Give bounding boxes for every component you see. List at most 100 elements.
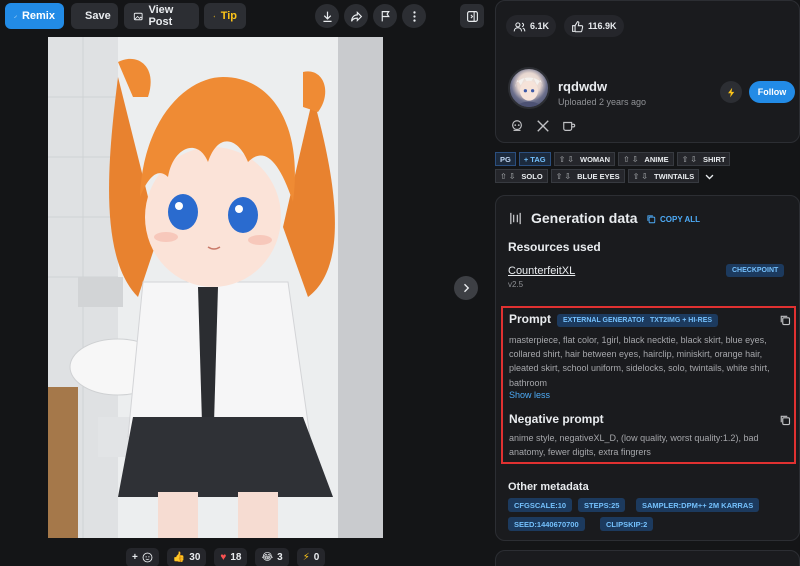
tip-button[interactable]: Tip [204, 3, 246, 29]
chevron-down-icon [705, 174, 714, 180]
tag-label: WOMAN [580, 154, 610, 164]
metadata-badge: STEPS:25 [578, 498, 626, 512]
vote-arrows-icon[interactable]: ⇧⇩ [559, 155, 576, 164]
vote-arrows-icon[interactable]: ⇧⇩ [633, 172, 650, 181]
avatar-image [515, 77, 543, 107]
heart-reaction-button[interactable]: ♥ 18 [214, 547, 248, 566]
tag-row-1: PG + TAG ⇧⇩ WOMAN ⇧⇩ ANIME ⇧⇩ SHIRT [495, 152, 800, 166]
resources-title: Resources used [508, 240, 601, 254]
expand-tags-button[interactable] [702, 169, 716, 183]
x-twitter-icon[interactable] [536, 119, 550, 133]
follow-button[interactable]: Follow [749, 81, 795, 103]
brush-icon [14, 14, 17, 18]
likes-count: 116.9K [588, 21, 617, 31]
share-button[interactable] [344, 4, 368, 28]
creator-profile-icon[interactable] [510, 119, 524, 133]
tag-chip[interactable]: ⇧⇩ TWINTAILS [627, 169, 700, 183]
vote-arrows-icon[interactable]: ⇧⇩ [682, 155, 699, 164]
copy-all-button[interactable]: COPY ALL [646, 214, 700, 224]
add-reaction-label: + [132, 551, 138, 563]
save-button[interactable]: Save [71, 3, 118, 29]
rating-badge: PG [495, 152, 516, 166]
tag-list: PG + TAG ⇧⇩ WOMAN ⇧⇩ ANIME ⇧⇩ SHIRT ⇧⇩ SOLO … [495, 152, 800, 186]
toggle-panel-button[interactable] [460, 4, 484, 28]
anime-girl-illustration [48, 37, 383, 538]
negative-prompt-text: anime style, negativeXL_D, (low quality,… [509, 433, 759, 458]
save-label: Save [85, 10, 111, 22]
resource-version: v2.5 [508, 280, 524, 289]
generation-data-title: Generation data [508, 210, 638, 226]
laugh-reaction-button[interactable]: 😂 3 [255, 547, 289, 566]
metadata-badge: SAMPLER:DPM++ 2M KARRAS [636, 498, 760, 512]
generator-badge: EXTERNAL GENERATOR [557, 314, 653, 327]
add-tag-button[interactable]: + TAG [518, 152, 551, 166]
tag-label: SHIRT [702, 154, 726, 164]
creator-stats: 6.1K 116.9K [506, 15, 624, 37]
likes-stat: 116.9K [564, 15, 624, 37]
vote-arrows-icon[interactable]: ⇧⇩ [623, 155, 640, 164]
smiley-icon [142, 552, 153, 562]
next-section-card [495, 550, 800, 566]
avatar[interactable] [508, 67, 550, 109]
heart-icon: ♥ [220, 551, 227, 563]
add-reaction-button[interactable]: + [126, 547, 159, 566]
tag-chip[interactable]: ⇧⇩ SOLO [495, 169, 548, 183]
vote-arrows-icon[interactable]: ⇧⇩ [556, 172, 573, 181]
buzz-reaction-button[interactable]: ⚡ 0 [296, 547, 326, 566]
dots-vertical-icon [412, 10, 416, 22]
tag-chip[interactable]: ⇧⇩ SHIRT [676, 152, 731, 166]
tag-chip[interactable]: ⇧⇩ WOMAN [553, 152, 615, 166]
next-image-button[interactable] [454, 276, 478, 300]
heart-count: 18 [230, 551, 242, 563]
download-icon [322, 11, 332, 22]
laugh-count: 3 [277, 551, 283, 563]
copy-prompt-icon[interactable] [779, 314, 791, 326]
more-button[interactable] [402, 4, 426, 28]
users-icon [513, 21, 526, 31]
thumbs-up-icon: 👍 [172, 551, 186, 563]
tip-creator-button[interactable] [720, 81, 742, 103]
creator-card: 6.1K 116.9K rqdwdw Uploaded 2 years ago … [495, 0, 800, 143]
process-badge: TXT2IMG + HI-RES [644, 314, 719, 327]
resource-type-badge: CHECKPOINT [726, 264, 785, 277]
prompt-text: masterpiece, flat color, 1girl, black ne… [509, 335, 770, 388]
copy-all-label: COPY ALL [660, 214, 701, 224]
flag-icon [381, 10, 390, 21]
ko-fi-cup-icon[interactable] [562, 119, 576, 133]
prompt-title: Prompt [509, 312, 551, 326]
copy-negative-prompt-icon[interactable] [779, 414, 791, 426]
code-brackets-icon [510, 212, 521, 224]
report-button[interactable] [373, 4, 397, 28]
download-button[interactable] [315, 4, 339, 28]
share-icon [350, 10, 362, 22]
creator-name[interactable]: rqdwdw [558, 79, 607, 94]
upload-time: Uploaded 2 years ago [558, 97, 647, 107]
show-less-button[interactable]: Show less [509, 390, 550, 400]
thumbs-up-icon [572, 20, 584, 32]
tag-chip[interactable]: ⇧⇩ BLUE EYES [550, 169, 625, 183]
resource-link[interactable]: CounterfeitXL [508, 265, 575, 277]
view-post-button[interactable]: View Post [124, 3, 199, 29]
followers-stat: 6.1K [506, 15, 557, 37]
metadata-badge: SEED:1440670700 [508, 517, 585, 531]
buzz-count: 0 [313, 551, 320, 563]
tag-chip[interactable]: ⇧⇩ ANIME [618, 152, 674, 166]
reaction-bar: + 👍 30 ♥ 18 😂 3 ⚡ 0 [126, 547, 326, 566]
main-image [48, 37, 383, 538]
metadata-badge: CLIPSKIP:2 [600, 517, 654, 531]
tip-label: Tip [220, 10, 237, 22]
vote-arrows-icon[interactable]: ⇧⇩ [500, 172, 517, 181]
photo-icon [133, 12, 143, 20]
tag-label: SOLO [521, 171, 543, 181]
view-post-label: View Post [148, 4, 174, 28]
details-panel: 6.1K 116.9K rqdwdw Uploaded 2 years ago … [495, 0, 800, 566]
sidebar-collapse-icon [466, 10, 478, 22]
followers-count: 6.1K [530, 21, 550, 31]
prompt-highlight-box: Prompt EXTERNAL GENERATOR TXT2IMG + HI-R… [501, 306, 796, 464]
remix-button[interactable]: Remix [5, 3, 64, 29]
tag-row-2: ⇧⇩ SOLO ⇧⇩ BLUE EYES ⇧⇩ TWINTAILS [495, 169, 800, 183]
like-reaction-button[interactable]: 👍 30 [166, 547, 207, 566]
creator-socials [510, 119, 576, 133]
generation-data-card: Generation data COPY ALL Resources used … [495, 195, 800, 541]
chevron-right-icon [464, 283, 470, 293]
